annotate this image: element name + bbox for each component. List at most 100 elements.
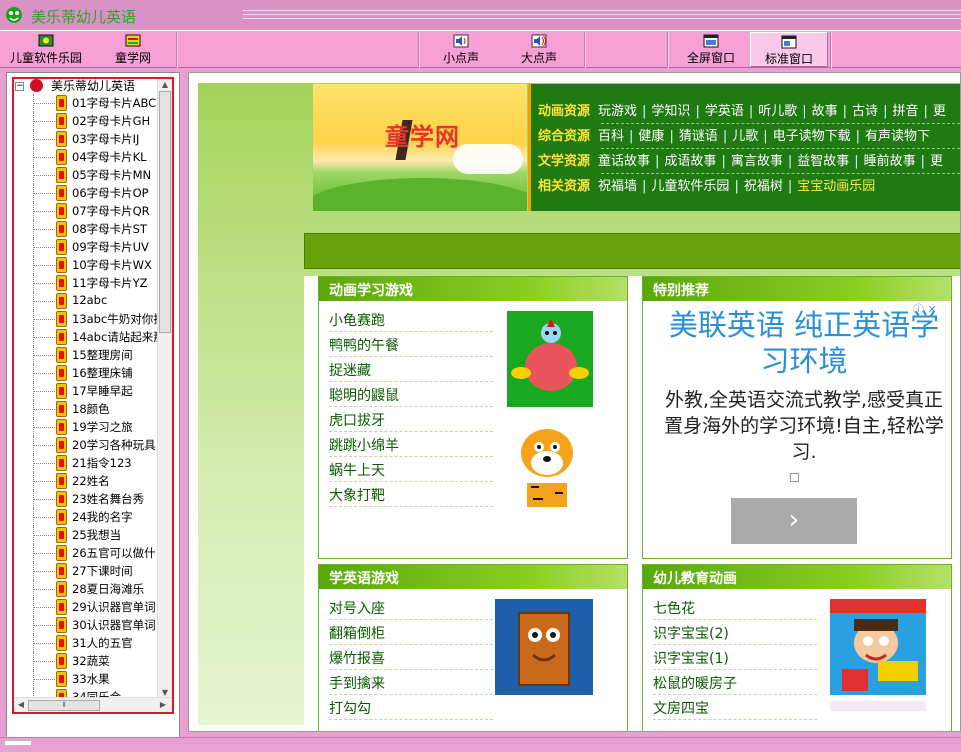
tree-item[interactable]: 17早睡早起 [14,382,172,400]
collapse-icon[interactable]: − [15,82,24,91]
kids-anim-link[interactable]: 识字宝宝(2) [653,620,817,645]
tree-item[interactable]: 33水果 [14,670,172,688]
tree-horizontal-scrollbar[interactable]: ◀ ⦀ ▶ [14,697,172,712]
tree-item[interactable]: 11字母卡片YZ [14,274,172,292]
tree-item[interactable]: 06字母卡片OP [14,184,172,202]
kids-anim-link[interactable]: 识字宝宝(1) [653,645,817,670]
tree-item[interactable]: 27下课时间 [14,562,172,580]
tree-item[interactable]: 16整理床铺 [14,364,172,382]
english-game-link[interactable]: 对号入座 [329,595,493,620]
nav-link[interactable]: 拼音 [892,104,918,119]
tree-item[interactable]: 12abc [14,292,172,310]
english-game-link[interactable]: 翻箱倒柜 [329,620,493,645]
tree-item[interactable]: 25我想当 [14,526,172,544]
anim-game-link[interactable]: 鸭鸭的午餐 [329,332,493,357]
english-game-link[interactable]: 爆竹报喜 [329,645,493,670]
anim-game-link[interactable]: 跳跳小绵羊 [329,432,493,457]
tongxue-button[interactable]: 童学网 [98,32,168,67]
nav-link[interactable]: 成语故事 [664,154,716,169]
site-banner[interactable]: 童学网 [313,84,527,211]
nav-link[interactable]: 古诗 [852,104,878,119]
nav-link[interactable]: 学英语 [705,104,744,119]
nav-link[interactable]: 宝宝动画乐园 [797,179,875,194]
nav-link[interactable]: 玩游戏 [598,104,637,119]
tree-item[interactable]: 31人的五官 [14,634,172,652]
chicken-cartoon-image[interactable] [507,311,593,407]
nav-link[interactable]: 故事 [812,104,838,119]
nav-link[interactable]: 电子读物下载 [773,129,851,144]
tree-item[interactable]: 24我的名字 [14,508,172,526]
scroll-up-icon[interactable]: ▲ [160,80,170,90]
kids-anim-link[interactable]: 七色花 [653,595,817,620]
nav-link[interactable]: 童话故事 [598,154,650,169]
tiger-cartoon-image[interactable] [507,413,593,509]
tree-item[interactable]: 04字母卡片KL [14,148,172,166]
cabinet-cartoon-image[interactable] [495,599,593,695]
ad-headline[interactable]: 美联英语 纯正英语学习环境 [659,307,949,379]
tree-item[interactable]: 29认识器官单词 [14,598,172,616]
tree-item[interactable]: 07字母卡片QR [14,202,172,220]
tree-item[interactable]: 05字母卡片MN [14,166,172,184]
nav-link[interactable]: 睡前故事 [864,154,916,169]
nav-link[interactable]: 健康 [638,129,664,144]
dvd-cover-image[interactable] [830,599,926,695]
nav-link[interactable]: 百科 [598,129,624,144]
scroll-thumb[interactable] [159,91,171,333]
nav-link[interactable]: 更 [933,104,946,119]
nav-link[interactable]: 有声读物下 [865,129,930,144]
anim-game-link[interactable]: 蜗牛上天 [329,457,493,482]
kids-anim-link[interactable]: 松鼠的暖房子 [653,670,817,695]
tree-item[interactable]: 26五官可以做什 [14,544,172,562]
nav-link[interactable]: 更 [930,154,943,169]
tree-item[interactable]: 10字母卡片WX [14,256,172,274]
pane-splitter[interactable] [181,72,187,740]
tree-item[interactable]: 08字母卡片ST [14,220,172,238]
fullscreen-button[interactable]: 全屏窗口 [676,32,746,67]
volume-down-button[interactable]: 小点声 [430,32,492,67]
nav-link[interactable]: 儿歌 [732,129,758,144]
lesson-tree[interactable]: − 美乐蒂幼儿英语 01字母卡片ABCD 02字母卡片GH 03字母卡片IJ 04字母… [12,77,174,714]
tree-item[interactable]: 01字母卡片ABCD [14,94,172,112]
tree-item[interactable]: 22姓名 [14,472,172,490]
kids-anim-link[interactable]: 文房四宝 [653,695,817,720]
nav-link[interactable]: 儿童软件乐园 [651,179,729,194]
tree-item[interactable]: 21指令123 [14,454,172,472]
anim-game-link[interactable]: 虎口拔牙 [329,407,493,432]
nav-link[interactable]: 祝福墙 [598,179,637,194]
nav-link[interactable]: 祝福树 [744,179,783,194]
volume-up-button[interactable]: 大点声 [508,32,570,67]
tree-item[interactable]: 03字母卡片IJ [14,130,172,148]
ad-body-text[interactable]: 外教,全英语交流式教学,感受真正 置身海外的学习环境!自主,轻松学习. [659,387,949,465]
nav-link[interactable]: 猜谜语 [679,129,718,144]
anim-game-link[interactable]: 聪明的鼹鼠 [329,382,493,407]
scroll-right-icon[interactable]: ▶ [158,700,168,710]
tree-vertical-scrollbar[interactable]: ▲ ▼ [157,79,172,699]
dvd-cover-image-2[interactable] [830,701,926,711]
tree-item[interactable]: 15整理房间 [14,346,172,364]
nav-link[interactable]: 听儿歌 [758,104,797,119]
english-game-link[interactable]: 打勾勾 [329,695,493,720]
anim-game-link[interactable]: 大象打靶 [329,482,493,507]
ad-next-button[interactable]: › [731,498,857,544]
tree-item[interactable]: 13abc牛奶对你报 [14,310,172,328]
tree-item[interactable]: 28夏日海滩乐 [14,580,172,598]
nav-link[interactable]: 寓言故事 [731,154,783,169]
kids-software-button[interactable]: 儿童软件乐园 [6,32,86,67]
anim-game-link[interactable]: 小龟赛跑 [329,307,493,332]
tree-item[interactable]: 23姓名舞台秀 [14,490,172,508]
scroll-left-icon[interactable]: ◀ [16,700,26,710]
tree-item[interactable]: 14abc请站起来那 [14,328,172,346]
tree-item[interactable]: 02字母卡片GH [14,112,172,130]
anim-game-link[interactable]: 捉迷藏 [329,357,493,382]
hscroll-thumb[interactable]: ⦀ [28,700,100,711]
tree-item[interactable]: 32蔬菜 [14,652,172,670]
tree-item[interactable]: 30认识器官单词 [14,616,172,634]
nav-link[interactable]: 益智故事 [797,154,849,169]
tree-item[interactable]: 18颜色 [14,400,172,418]
tree-item[interactable]: 20学习各种玩具 [14,436,172,454]
english-game-link[interactable]: 手到擒来 [329,670,493,695]
tree-item[interactable]: 19学习之旅 [14,418,172,436]
standard-window-button[interactable]: 标准窗口 [750,32,828,67]
tree-item[interactable]: 09字母卡片UV [14,238,172,256]
nav-link[interactable]: 学知识 [651,104,690,119]
